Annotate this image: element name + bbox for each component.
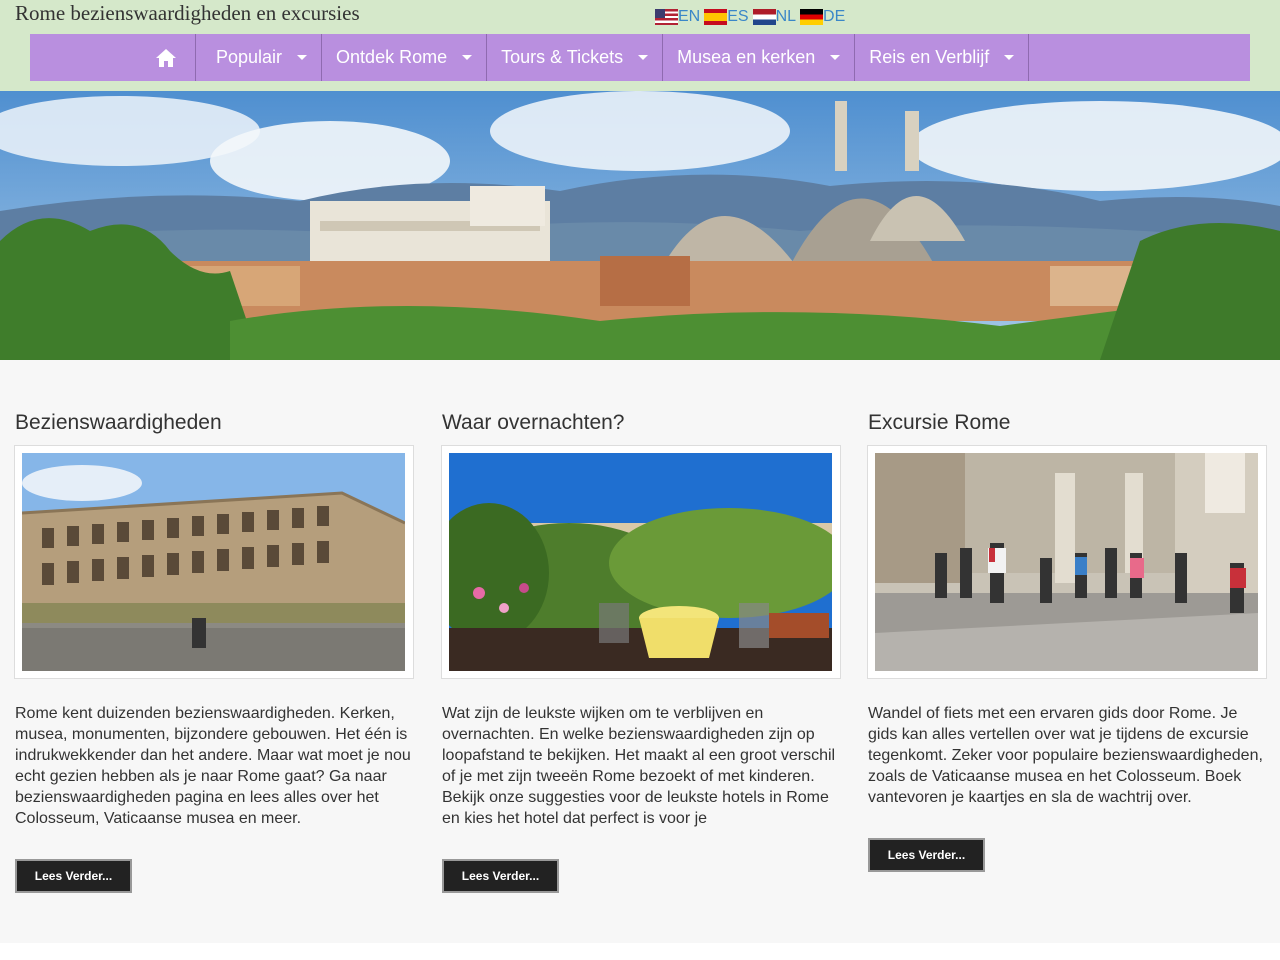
- nav-item-label: Reis en Verblijf: [869, 47, 990, 67]
- netherlands-flag-icon: [752, 9, 776, 25]
- language-de-link[interactable]: DE: [800, 8, 845, 26]
- main-content: Bezienswaardigheden Rome kent duizenden …: [0, 360, 1280, 943]
- nav-item-ontdek-rome[interactable]: Ontdek Rome: [322, 34, 488, 81]
- read-more-button[interactable]: Lees Verder...: [15, 859, 132, 893]
- nav-item-musea-kerken[interactable]: Musea en kerken: [663, 34, 856, 81]
- chevron-down-icon: [830, 55, 841, 60]
- nav-item-label: Ontdek Rome: [336, 47, 448, 67]
- nav-item-tours-tickets[interactable]: Tours & Tickets: [487, 34, 664, 81]
- main-navigation: Populair Ontdek Rome Tours & Tickets Mus…: [30, 34, 1250, 81]
- language-en-link[interactable]: EN: [655, 8, 700, 26]
- nav-home-button[interactable]: [30, 34, 196, 81]
- card-title[interactable]: Bezienswaardigheden: [15, 411, 222, 435]
- read-more-button[interactable]: Lees Verder...: [442, 859, 559, 893]
- card-image-frame[interactable]: [441, 445, 841, 679]
- home-icon: [156, 48, 176, 67]
- language-nl-link[interactable]: NL: [752, 8, 797, 26]
- segway-tour-photo: [875, 453, 1258, 671]
- chevron-down-icon: [1004, 55, 1015, 60]
- nav-item-label: Musea en kerken: [677, 47, 816, 67]
- card-description: Wat zijn de leukste wijken om te verblij…: [442, 705, 836, 827]
- language-es-link[interactable]: ES: [704, 8, 749, 26]
- chevron-down-icon: [638, 55, 649, 60]
- hero-banner-image: [0, 91, 1280, 360]
- nav-item-reis-verblijf[interactable]: Reis en Verblijf: [855, 34, 1030, 81]
- card-image-frame[interactable]: [867, 445, 1267, 679]
- language-code: ES: [727, 8, 749, 25]
- chevron-down-icon: [462, 55, 473, 60]
- read-more-button[interactable]: Lees Verder...: [868, 838, 985, 872]
- nav-item-label: Populair: [216, 47, 283, 67]
- nav-item-populair[interactable]: Populair: [196, 34, 323, 81]
- hotel-terrace-photo: [449, 453, 832, 671]
- spain-flag-icon: [704, 9, 728, 25]
- site-header: Rome bezienswaardigheden en excursies EN…: [0, 0, 1280, 91]
- chevron-down-icon: [297, 55, 308, 60]
- card-title[interactable]: Waar overnachten?: [442, 411, 625, 435]
- site-title[interactable]: Rome bezienswaardigheden en excursies: [15, 1, 360, 26]
- germany-flag-icon: [800, 9, 824, 25]
- card-description: Wandel of fiets met een ervaren gids doo…: [868, 705, 1263, 806]
- card-title[interactable]: Excursie Rome: [868, 411, 1010, 435]
- card-description: Rome kent duizenden bezienswaardigheden.…: [15, 705, 411, 827]
- language-switcher: EN ES NL DE: [655, 8, 849, 26]
- language-code: EN: [678, 8, 701, 25]
- nav-item-label: Tours & Tickets: [501, 47, 624, 67]
- card-image-frame[interactable]: [14, 445, 414, 679]
- language-code: DE: [823, 8, 846, 25]
- language-code: NL: [775, 8, 797, 25]
- colosseum-photo: [22, 453, 405, 671]
- us-flag-icon: [655, 9, 678, 25]
